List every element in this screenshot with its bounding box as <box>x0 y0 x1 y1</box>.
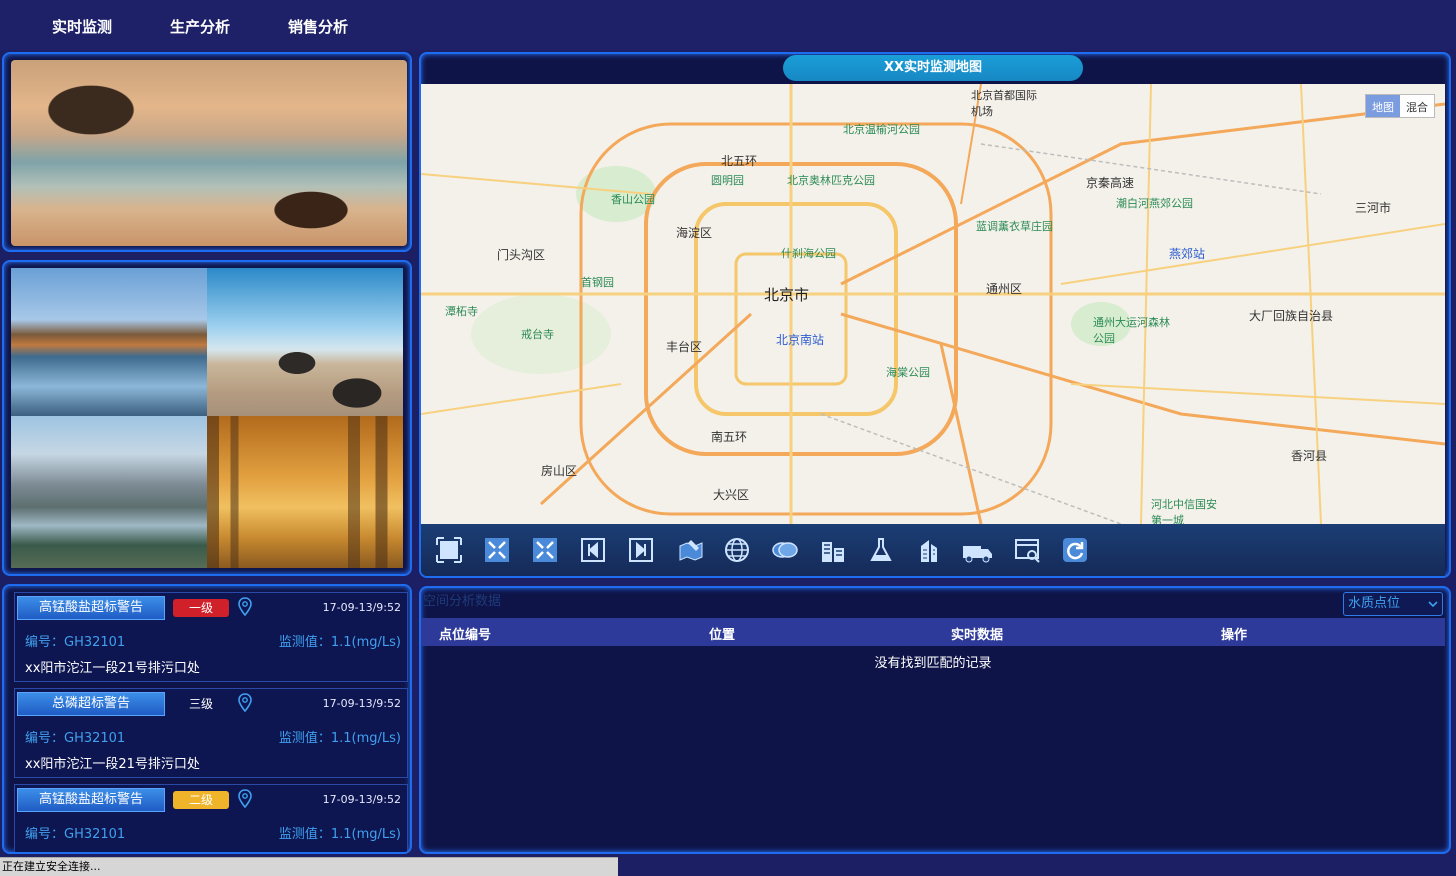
table-header: 点位编号 位置 实时数据 操作 <box>421 618 1445 646</box>
map-label-daxing: 大兴区 <box>713 488 750 502</box>
map-label-lanlin: 蓝调薰衣草庄园 <box>976 220 1053 233</box>
alert-title[interactable]: 高锰酸盐超标警告 <box>17 596 165 620</box>
map-panel: XX实时监测地图 北京市 海淀区 丰台区 通州区 门头沟区 大兴区 房山区 三河… <box>419 52 1451 578</box>
map-label-xiangshan: 香山公园 <box>611 193 655 206</box>
alert-value: 监测值：1.1(mg/Ls) <box>278 635 401 650</box>
map-label-yuanmingyuan: 圆明园 <box>711 174 744 187</box>
alert-title[interactable]: 高锰酸盐超标警告 <box>17 788 165 812</box>
alert-item[interactable]: 高锰酸盐超标警告 一级 17-09-13/9:52 编号：GH32101 监测值… <box>14 592 408 682</box>
alert-level-badge: 一级 <box>173 599 229 617</box>
truck-icon[interactable] <box>961 536 995 564</box>
map-label-beijing: 北京市 <box>764 286 810 304</box>
chevron-down-icon <box>1428 601 1438 608</box>
map-label-nanwuhuan: 南五环 <box>711 430 748 444</box>
map-label-fengtai: 丰台区 <box>666 340 703 354</box>
top-nav: 实时监测 生产分析 销售分析 <box>0 0 1456 50</box>
prev-icon[interactable] <box>579 536 607 564</box>
coins-icon[interactable] <box>771 536 799 564</box>
browser-icon[interactable] <box>1013 536 1041 564</box>
point-type-select-value: 水质点位 <box>1348 596 1401 611</box>
alert-value: 监测值：1.1(mg/Ls) <box>278 731 401 746</box>
map-label-mentougou: 门头沟区 <box>497 248 546 262</box>
alert-code: 编号：GH32101 <box>25 827 126 842</box>
map-label-shougang: 首钢园 <box>581 276 614 289</box>
alert-time: 17-09-13/9:52 <box>322 601 401 614</box>
location-pin-icon[interactable] <box>237 597 253 617</box>
alert-time: 17-09-13/9:52 <box>322 697 401 710</box>
map-title: XX实时监测地图 <box>783 55 1083 81</box>
palm-beach-image[interactable] <box>207 268 403 416</box>
map-label-olympic: 北京奥林匹克公园 <box>787 174 875 187</box>
alert-code: 编号：GH32101 <box>25 731 126 746</box>
expand-icon[interactable] <box>483 536 511 564</box>
alert-location: xx阳市沱江一段21号排污口处 <box>25 757 200 772</box>
table-caption: 空间分析数据 <box>423 594 502 609</box>
map-type-switch[interactable]: 地图 混合 <box>1365 94 1435 118</box>
alert-title[interactable]: 总磷超标警告 <box>17 692 165 716</box>
globe-icon[interactable] <box>723 536 751 564</box>
mountain-lake-image[interactable] <box>11 268 207 416</box>
alert-value: 监测值：1.1(mg/Ls) <box>278 827 401 842</box>
image-gallery-panel <box>2 260 412 576</box>
featured-image-panel <box>2 52 412 252</box>
map-label-chaobai: 潮白河燕郊公园 <box>1116 197 1193 210</box>
map-label-jietai: 戒台寺 <box>521 328 554 341</box>
autumn-forest-image[interactable] <box>207 416 403 568</box>
map-label-yanjiao: 燕郊站 <box>1169 247 1206 261</box>
nav-production-analysis[interactable]: 生产分析 <box>170 16 230 37</box>
alert-item[interactable]: 总磷超标警告 三级 17-09-13/9:52 编号：GH32101 监测值：1… <box>14 688 408 778</box>
buildings-icon[interactable] <box>819 536 847 564</box>
alerts-panel: 高锰酸盐超标警告 一级 17-09-13/9:52 编号：GH32101 监测值… <box>2 584 412 854</box>
column-realtime-data[interactable]: 实时数据 <box>951 624 1003 643</box>
map-label-beiwuhuan: 北五环 <box>721 154 758 168</box>
alert-level-badge: 二级 <box>173 791 229 809</box>
map-label-fangshan: 房山区 <box>541 464 578 478</box>
point-type-select[interactable]: 水质点位 <box>1343 592 1443 616</box>
map-label-sanhe: 三河市 <box>1355 201 1392 215</box>
collapse-icon[interactable] <box>531 536 559 564</box>
map-label-capital-airport: 北京首都国际机场 <box>971 89 1037 118</box>
flask-icon[interactable] <box>867 536 895 564</box>
map-canvas[interactable]: 北京市 海淀区 丰台区 通州区 门头沟区 大兴区 房山区 三河市 大厂回族自治县… <box>421 84 1445 524</box>
map-label-haitang: 海棠公园 <box>886 366 930 379</box>
column-location[interactable]: 位置 <box>709 624 735 643</box>
map-label-wenyuhe: 北京温榆河公园 <box>843 123 920 136</box>
map-label-shichahai: 什刹海公园 <box>781 247 836 260</box>
map-label-tongzhou-canal: 通州大运河森林公园 <box>1093 316 1170 345</box>
browser-status-bar: 正在建立安全连接... <box>0 857 618 876</box>
map-label-beijing-south: 北京南站 <box>776 333 825 347</box>
tower-icon[interactable] <box>915 536 943 564</box>
nav-realtime-monitoring[interactable]: 实时监测 <box>52 16 112 37</box>
map-edit-icon[interactable] <box>677 536 705 564</box>
map-label-tanzhe: 潭柘寺 <box>445 305 478 318</box>
alert-level-badge: 三级 <box>188 697 213 711</box>
map-label-xianghe: 香河县 <box>1291 449 1328 463</box>
location-pin-icon[interactable] <box>237 789 253 809</box>
map-label-hebei-zhongxin: 河北中信国安第一城 <box>1151 498 1217 524</box>
alert-code: 编号：GH32101 <box>25 635 126 650</box>
alert-time: 17-09-13/9:52 <box>322 793 401 806</box>
location-pin-icon[interactable] <box>237 693 253 713</box>
column-point-id[interactable]: 点位编号 <box>439 624 491 643</box>
alert-location: xx阳市沱江一段21号排污口处 <box>25 661 200 676</box>
analysis-data-panel: 空间分析数据 水质点位 点位编号 位置 实时数据 操作 没有找到匹配的记录 <box>419 586 1451 854</box>
map-type-map[interactable]: 地图 <box>1366 95 1400 117</box>
mountain-valley-image[interactable] <box>11 416 207 568</box>
map-label-dachang: 大厂回族自治县 <box>1249 309 1334 323</box>
map-toolbar <box>421 524 1445 576</box>
map-label-jingqin: 京秦高速 <box>1086 176 1135 190</box>
refresh-icon[interactable] <box>1061 536 1089 564</box>
next-icon[interactable] <box>627 536 655 564</box>
beach-sunset-image <box>11 60 407 246</box>
column-actions[interactable]: 操作 <box>1221 624 1247 643</box>
map-type-hybrid[interactable]: 混合 <box>1400 95 1434 117</box>
alert-item[interactable]: 高锰酸盐超标警告 二级 17-09-13/9:52 编号：GH32101 监测值… <box>14 784 408 852</box>
map-label-tongzhou: 通州区 <box>986 282 1023 296</box>
table-empty-message: 没有找到匹配的记录 <box>874 656 992 671</box>
fullscreen-icon[interactable] <box>435 536 463 564</box>
nav-sales-analysis[interactable]: 销售分析 <box>288 16 348 37</box>
map-label-haidian: 海淀区 <box>676 226 713 240</box>
